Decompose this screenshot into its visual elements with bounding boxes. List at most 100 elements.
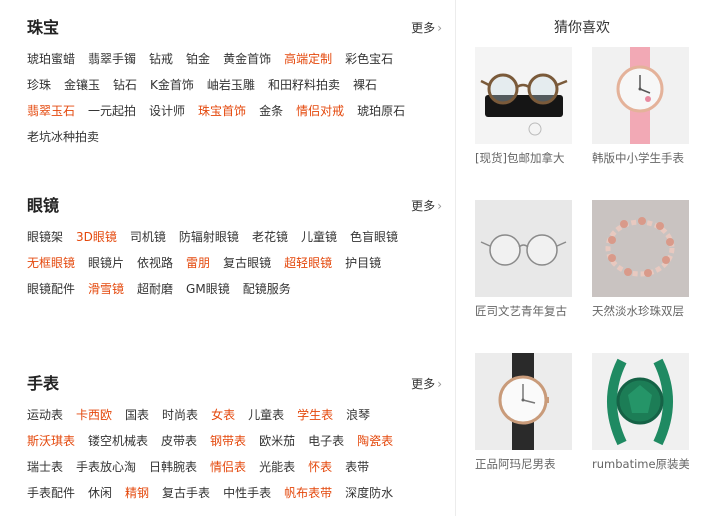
category-link[interactable]: 防辐射眼镜 — [179, 230, 239, 244]
category-link[interactable]: 日韩腕表 — [149, 460, 197, 474]
category-link[interactable]: 帆布表带 — [284, 486, 332, 500]
category-link[interactable]: 光能表 — [259, 460, 295, 474]
link-row: 老坑冰种拍卖 — [27, 124, 442, 150]
category-link[interactable]: 卡西欧 — [76, 408, 112, 422]
category-link[interactable]: 金条 — [259, 104, 283, 118]
category-link[interactable]: 深度防水 — [345, 486, 393, 500]
link-row: 无框眼镜 眼镜片 依视路 雷朋 复古眼镜 超轻眼镜 护目镜 — [27, 250, 442, 276]
chevron-right-icon: › — [437, 377, 442, 391]
category-link[interactable]: 高端定制 — [284, 52, 332, 66]
category-link[interactable]: 护目镜 — [345, 256, 381, 270]
product-caption: 匠司文艺青年复古 — [475, 304, 567, 318]
link-row: 手表配件 休闲 精钢 复古手表 中性手表 帆布表带 深度防水 — [27, 480, 442, 506]
link-row: 瑞士表 手表放心淘 日韩腕表 情侣表 光能表 怀表 表带 — [27, 454, 442, 480]
category-link[interactable]: 琥珀原石 — [357, 104, 405, 118]
recommend-panel: 猜你喜欢 [现货]包邮加拿大 韩版中小学生手表 匠司文艺青年复古 天然淡水珍珠双… — [456, 0, 708, 516]
category-link[interactable]: 配镜服务 — [243, 282, 291, 296]
category-link[interactable]: 浪琴 — [346, 408, 370, 422]
product-card[interactable]: 天然淡水珍珠双层 — [592, 200, 689, 318]
more-link[interactable]: 更多 › — [411, 21, 442, 35]
category-link[interactable]: 运动表 — [27, 408, 63, 422]
category-link[interactable]: 电子表 — [308, 434, 344, 448]
category-link[interactable]: 岫岩玉雕 — [207, 78, 255, 92]
category-link[interactable]: 琥珀蜜蜡 — [27, 52, 75, 66]
category-link[interactable]: 色盲眼镜 — [350, 230, 398, 244]
section-jewelry: 珠宝 更多 › 琥珀蜜蜡 翡翠手镯 钻戒 铂金 黄金首饰 高端定制 彩色宝石 珍珠 金镶玉 钻石 K金… — [27, 18, 442, 148]
category-link[interactable]: K金首饰 — [150, 78, 194, 92]
category-link[interactable]: 老坑冰种拍卖 — [27, 130, 99, 144]
category-link[interactable]: 女表 — [211, 408, 235, 422]
link-row: 斯沃琪表 镂空机械表 皮带表 钢带表 欧米茄 电子表 陶瓷表 — [27, 428, 442, 454]
category-link[interactable]: 雷朋 — [186, 256, 210, 270]
category-link[interactable]: 欧米茄 — [259, 434, 295, 448]
product-card[interactable]: rumbatime原装美 — [592, 353, 689, 471]
category-link[interactable]: 精钢 — [125, 486, 149, 500]
more-link[interactable]: 更多 › — [411, 377, 442, 391]
category-link[interactable]: 金镶玉 — [64, 78, 100, 92]
product-card[interactable]: 正品阿玛尼男表 — [475, 353, 572, 471]
chevron-right-icon: › — [437, 21, 442, 35]
category-link[interactable]: 斯沃琪表 — [27, 434, 75, 448]
category-link[interactable]: 设计师 — [149, 104, 185, 118]
category-link[interactable]: 表带 — [345, 460, 369, 474]
category-link[interactable]: 和田籽料拍卖 — [268, 78, 340, 92]
category-link[interactable]: GM眼镜 — [186, 282, 230, 296]
category-link[interactable]: 滑雪镜 — [88, 282, 124, 296]
category-link[interactable]: 陶瓷表 — [357, 434, 393, 448]
category-link[interactable]: 镂空机械表 — [88, 434, 148, 448]
category-link[interactable]: 眼镜架 — [27, 230, 63, 244]
product-caption: rumbatime原装美 — [592, 457, 689, 471]
category-link[interactable]: 皮带表 — [161, 434, 197, 448]
category-link[interactable]: 珍珠 — [27, 78, 51, 92]
product-caption: [现货]包邮加拿大 — [475, 151, 565, 165]
category-link[interactable]: 黄金首饰 — [223, 52, 271, 66]
product-card[interactable]: [现货]包邮加拿大 — [475, 47, 572, 165]
category-link[interactable]: 裸石 — [353, 78, 377, 92]
category-link[interactable]: 珠宝首饰 — [198, 104, 246, 118]
category-link[interactable]: 老花镜 — [252, 230, 288, 244]
product-card[interactable]: 韩版中小学生手表 — [592, 47, 689, 165]
category-link[interactable]: 翡翠手镯 — [88, 52, 136, 66]
link-row: 珍珠 金镶玉 钻石 K金首饰 岫岩玉雕 和田籽料拍卖 裸石 — [27, 72, 442, 98]
category-link[interactable]: 司机镜 — [130, 230, 166, 244]
category-link[interactable]: 钻石 — [113, 78, 137, 92]
category-link[interactable]: 超轻眼镜 — [284, 256, 332, 270]
category-link[interactable]: 学生表 — [297, 408, 333, 422]
category-link[interactable]: 3D眼镜 — [76, 230, 117, 244]
category-link[interactable]: 情侣对戒 — [296, 104, 344, 118]
category-link[interactable]: 瑞士表 — [27, 460, 63, 474]
category-link[interactable]: 复古眼镜 — [223, 256, 271, 270]
section-watches: 手表 更多 › 运动表 卡西欧 国表 时尚表 女表 儿童表 学生表 浪琴斯沃琪表 镂空机械表 皮带表… — [27, 374, 442, 509]
link-row: 琥珀蜜蜡 翡翠手镯 钻戒 铂金 黄金首饰 高端定制 彩色宝石 — [27, 46, 442, 72]
section-title: 手表 — [27, 374, 60, 393]
category-link[interactable]: 怀表 — [308, 460, 332, 474]
category-link[interactable]: 时尚表 — [162, 408, 198, 422]
category-link[interactable]: 手表放心淘 — [76, 460, 136, 474]
category-link[interactable]: 依视路 — [137, 256, 173, 270]
category-link[interactable]: 儿童镜 — [301, 230, 337, 244]
product-caption: 正品阿玛尼男表 — [475, 457, 556, 471]
recommend-title: 猜你喜欢 — [554, 20, 610, 36]
category-link[interactable]: 翡翠玉石 — [27, 104, 75, 118]
category-link[interactable]: 无框眼镜 — [27, 256, 75, 270]
category-link[interactable]: 眼镜片 — [88, 256, 124, 270]
product-card[interactable]: 匠司文艺青年复古 — [475, 200, 572, 318]
category-link[interactable]: 情侣表 — [210, 460, 246, 474]
category-link[interactable]: 手表配件 — [27, 486, 75, 500]
category-link[interactable]: 复古手表 — [162, 486, 210, 500]
category-link[interactable]: 眼镜配件 — [27, 282, 75, 296]
category-link[interactable]: 钻戒 — [149, 52, 173, 66]
category-link[interactable]: 钢带表 — [210, 434, 246, 448]
category-link[interactable]: 铂金 — [186, 52, 210, 66]
category-link[interactable]: 一元起拍 — [88, 104, 136, 118]
chevron-right-icon: › — [437, 199, 442, 213]
category-link[interactable]: 超耐磨 — [137, 282, 173, 296]
eyeglasses-image — [475, 200, 572, 297]
category-link[interactable]: 中性手表 — [223, 486, 271, 500]
category-link[interactable]: 彩色宝石 — [345, 52, 393, 66]
armani-watch-image — [475, 353, 572, 450]
category-link[interactable]: 儿童表 — [248, 408, 284, 422]
category-link[interactable]: 休闲 — [88, 486, 112, 500]
more-link[interactable]: 更多 › — [411, 199, 442, 213]
category-link[interactable]: 国表 — [125, 408, 149, 422]
